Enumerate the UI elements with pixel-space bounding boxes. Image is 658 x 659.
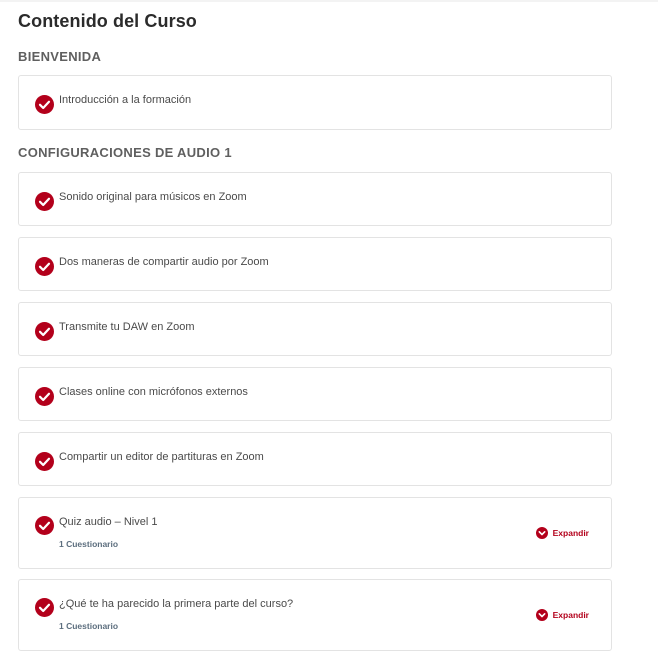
check-circle-icon — [35, 598, 54, 617]
lesson-item[interactable]: Sonido original para músicos en Zoom — [18, 172, 612, 226]
lesson-title[interactable]: Quiz audio – Nivel 1 — [59, 516, 157, 528]
lesson-title[interactable]: Dos maneras de compartir audio por Zoom — [59, 256, 269, 268]
check-circle-icon — [35, 516, 54, 535]
chevron-down-icon — [535, 527, 548, 539]
lesson-title[interactable]: Compartir un editor de partituras en Zoo… — [59, 451, 264, 463]
quiz-item[interactable]: Quiz audio – Nivel 1 1 Cuestionario Expa… — [18, 497, 612, 569]
lesson-item[interactable]: Transmite tu DAW en Zoom — [18, 302, 612, 356]
chevron-down-icon — [535, 609, 548, 621]
expand-button[interactable]: Expandir — [535, 527, 589, 539]
lesson-title[interactable]: Transmite tu DAW en Zoom — [59, 321, 195, 333]
lesson-item[interactable]: Introducción a la formación — [18, 75, 612, 130]
quiz-count: 1 Cuestionario — [59, 539, 119, 549]
page-title: Contenido del Curso — [18, 11, 197, 31]
lesson-item[interactable]: Clases online con micrófonos externos — [18, 367, 612, 421]
lesson-item[interactable]: Compartir un editor de partituras en Zoo… — [18, 432, 612, 486]
check-circle-icon — [35, 95, 54, 114]
check-circle-icon — [35, 257, 54, 276]
lesson-title[interactable]: Introducción a la formación — [59, 94, 191, 106]
check-circle-icon — [35, 322, 54, 341]
quiz-count: 1 Cuestionario — [59, 621, 119, 631]
lesson-item[interactable]: Dos maneras de compartir audio por Zoom — [18, 237, 612, 291]
quiz-item[interactable]: ¿Qué te ha parecido la primera parte del… — [18, 579, 612, 651]
check-circle-icon — [35, 192, 54, 211]
top-divider — [0, 0, 658, 2]
check-circle-icon — [35, 387, 54, 406]
section-title-configuraciones-audio: CONFIGURACIONES DE AUDIO 1 — [18, 145, 232, 160]
expand-label: Expandir — [552, 610, 589, 620]
check-circle-icon — [35, 452, 54, 471]
section-title-bienvenida: BIENVENIDA — [18, 49, 102, 64]
expand-button[interactable]: Expandir — [535, 609, 589, 621]
lesson-title[interactable]: Clases online con micrófonos externos — [59, 386, 248, 398]
expand-label: Expandir — [552, 528, 589, 538]
lesson-title[interactable]: ¿Qué te ha parecido la primera parte del… — [59, 598, 293, 610]
lesson-title[interactable]: Sonido original para músicos en Zoom — [59, 191, 247, 203]
